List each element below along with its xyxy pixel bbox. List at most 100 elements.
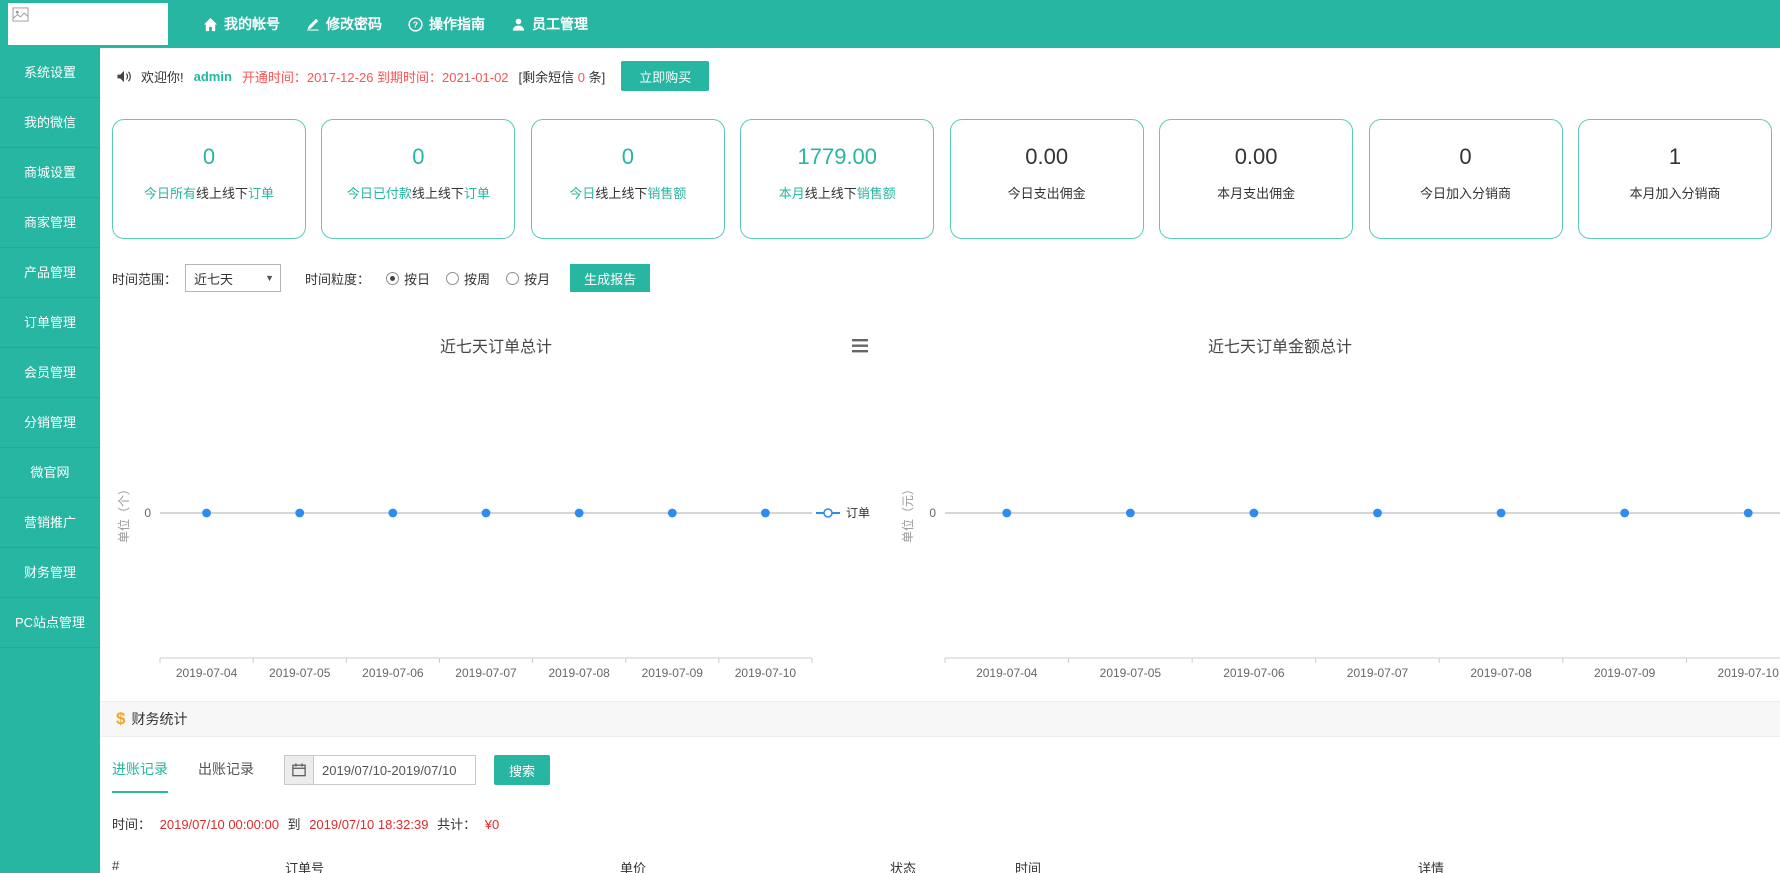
data-point — [575, 509, 584, 518]
time-range-label: 时间范围： — [112, 269, 177, 288]
stat-label-part: 今日加入分销商 — [1420, 186, 1511, 201]
x-tick-label: 2019-07-09 — [1594, 666, 1656, 680]
x-tick-label: 2019-07-08 — [548, 666, 610, 680]
chart-menu-icon[interactable] — [852, 339, 868, 352]
data-point — [761, 509, 770, 518]
stat-label-part: 线上线下 — [595, 186, 647, 201]
data-point — [1497, 509, 1506, 518]
stat-card-4: 1779.00本月线上线下销售额 — [740, 119, 934, 239]
stat-value: 0 — [1370, 144, 1562, 170]
radio-label: 按日 — [404, 269, 430, 288]
x-tick-label: 2019-07-07 — [1347, 666, 1409, 680]
stat-label-part: 本月支出佣金 — [1217, 186, 1295, 201]
stat-label: 今日已付款线上线下订单 — [322, 183, 514, 202]
date-range-input[interactable]: 2019/07/10-2019/07/10 — [314, 755, 476, 785]
granularity-label: 时间粒度： — [305, 269, 370, 288]
stat-card-3: 0今日线上线下销售额 — [531, 119, 725, 239]
sidebar: 系统设置我的微信商城设置商家管理产品管理订单管理会员管理分销管理微官网营销推广财… — [0, 48, 100, 873]
stat-label-part: 本月 — [779, 186, 805, 201]
x-tick-label: 2019-07-08 — [1470, 666, 1532, 680]
time-range-select[interactable]: 近七天 ▼ — [185, 264, 281, 292]
welcome-bar: 欢迎你! admin 开通时间：2017-12-26 到期时间：2021-01-… — [100, 48, 1780, 104]
table-header-status: 状态 — [890, 858, 916, 873]
stat-label-part: 本月加入分销商 — [1629, 186, 1720, 201]
x-tick-label: 2019-07-04 — [976, 666, 1038, 680]
stat-label: 本月线上线下销售额 — [741, 183, 933, 202]
stat-label-part: 线上线下 — [412, 186, 464, 201]
data-point — [1373, 509, 1382, 518]
chart-title: 近七天订单总计 — [440, 338, 552, 356]
topnav-label: 修改密码 — [326, 14, 382, 34]
tab-1[interactable]: 进账记录 — [112, 747, 168, 793]
record-tabs: 进账记录出账记录 — [112, 747, 284, 793]
sms-remaining: [剩余短信 0 条] — [519, 67, 606, 86]
topbar: 我的帐号 修改密码? 操作指南 员工管理 — [0, 0, 1780, 48]
order-amount-chart: 近七天订单金额总计单位（元）02019-07-042019-07-052019-… — [896, 318, 1780, 692]
filter-bar: 时间范围： 近七天 ▼ 时间粒度： 按日按周按月 生成报告 — [112, 261, 650, 295]
sidebar-item-11[interactable]: 财务管理 — [0, 548, 100, 598]
stat-label: 今日加入分销商 — [1370, 183, 1562, 202]
data-point — [1126, 509, 1135, 518]
sidebar-item-2[interactable]: 我的微信 — [0, 98, 100, 148]
topnav-operation-guide[interactable]: ? 操作指南 — [408, 14, 485, 34]
username: admin — [194, 69, 232, 84]
sidebar-item-9[interactable]: 微官网 — [0, 448, 100, 498]
stat-label-part: 销售额 — [857, 186, 896, 201]
finance-section-title: 财务统计 — [131, 709, 187, 729]
data-point — [1250, 509, 1259, 518]
broken-image-icon — [12, 7, 29, 27]
granularity-radio-3[interactable]: 按月 — [506, 269, 550, 288]
svg-text:订单: 订单 — [846, 506, 870, 520]
buy-now-button[interactable]: 立即购买 — [621, 61, 709, 91]
stat-label: 今日线上线下销售额 — [532, 183, 724, 202]
granularity-radio-2[interactable]: 按周 — [446, 269, 490, 288]
stat-cards-row: 0今日所有线上线下订单0今日已付款线上线下订单0今日线上线下销售额1779.00… — [112, 119, 1772, 239]
sidebar-item-7[interactable]: 会员管理 — [0, 348, 100, 398]
x-tick-label: 2019-07-10 — [735, 666, 797, 680]
sidebar-item-4[interactable]: 商家管理 — [0, 198, 100, 248]
sidebar-item-12[interactable]: PC站点管理 — [0, 598, 100, 648]
stat-label-part: 线上线下 — [805, 186, 857, 201]
topnav-change-password[interactable]: 修改密码 — [306, 14, 382, 34]
granularity-radio-1[interactable]: 按日 — [386, 269, 430, 288]
stat-card-8: 1本月加入分销商 — [1578, 119, 1772, 239]
stat-label-part: 今日已付款 — [347, 186, 412, 201]
stat-label-part: 今日 — [569, 186, 595, 201]
orders-table-header: #订单号单价状态时间详情 — [0, 858, 1780, 873]
y-axis-label: 单位（个） — [116, 483, 131, 543]
x-tick-label: 2019-07-04 — [176, 666, 238, 680]
sidebar-item-10[interactable]: 营销推广 — [0, 498, 100, 548]
tab-2[interactable]: 出账记录 — [198, 747, 254, 793]
radio-icon — [386, 272, 399, 285]
stat-value: 0.00 — [951, 144, 1143, 170]
y-axis-label: 单位（元） — [900, 483, 915, 543]
x-tick-label: 2019-07-05 — [269, 666, 331, 680]
x-tick-label: 2019-07-07 — [455, 666, 517, 680]
x-tick-label: 2019-07-09 — [642, 666, 704, 680]
topnav-my-account[interactable]: 我的帐号 — [203, 14, 280, 34]
calendar-icon[interactable] — [284, 755, 314, 785]
data-point — [1744, 509, 1753, 518]
legend-item[interactable]: 订单 — [816, 506, 870, 520]
sidebar-item-5[interactable]: 产品管理 — [0, 248, 100, 298]
dollar-icon: $ — [116, 709, 125, 729]
stat-card-7: 0 今日加入分销商 — [1369, 119, 1563, 239]
speaker-icon — [116, 69, 133, 84]
sidebar-item-8[interactable]: 分销管理 — [0, 398, 100, 448]
y-tick-label: 0 — [929, 506, 936, 520]
x-tick-label: 2019-07-05 — [1100, 666, 1162, 680]
sidebar-item-3[interactable]: 商城设置 — [0, 148, 100, 198]
question-icon: ? — [408, 17, 423, 32]
x-tick-label: 2019-07-06 — [362, 666, 424, 680]
stat-label-part: 今日支出佣金 — [1008, 186, 1086, 201]
topnav-staff-management[interactable]: 员工管理 — [511, 14, 588, 34]
search-button[interactable]: 搜索 — [494, 755, 550, 785]
sidebar-item-1[interactable]: 系统设置 — [0, 48, 100, 98]
stat-label-part: 订单 — [464, 186, 490, 201]
data-point — [1620, 509, 1629, 518]
sidebar-item-6[interactable]: 订单管理 — [0, 298, 100, 348]
summary-row: 时间： 2019/07/10 00:00:00 到 2019/07/10 18:… — [112, 812, 504, 838]
topnav-label: 操作指南 — [429, 14, 485, 34]
generate-report-button[interactable]: 生成报告 — [570, 264, 650, 292]
time-range-value: 近七天 — [194, 269, 233, 288]
